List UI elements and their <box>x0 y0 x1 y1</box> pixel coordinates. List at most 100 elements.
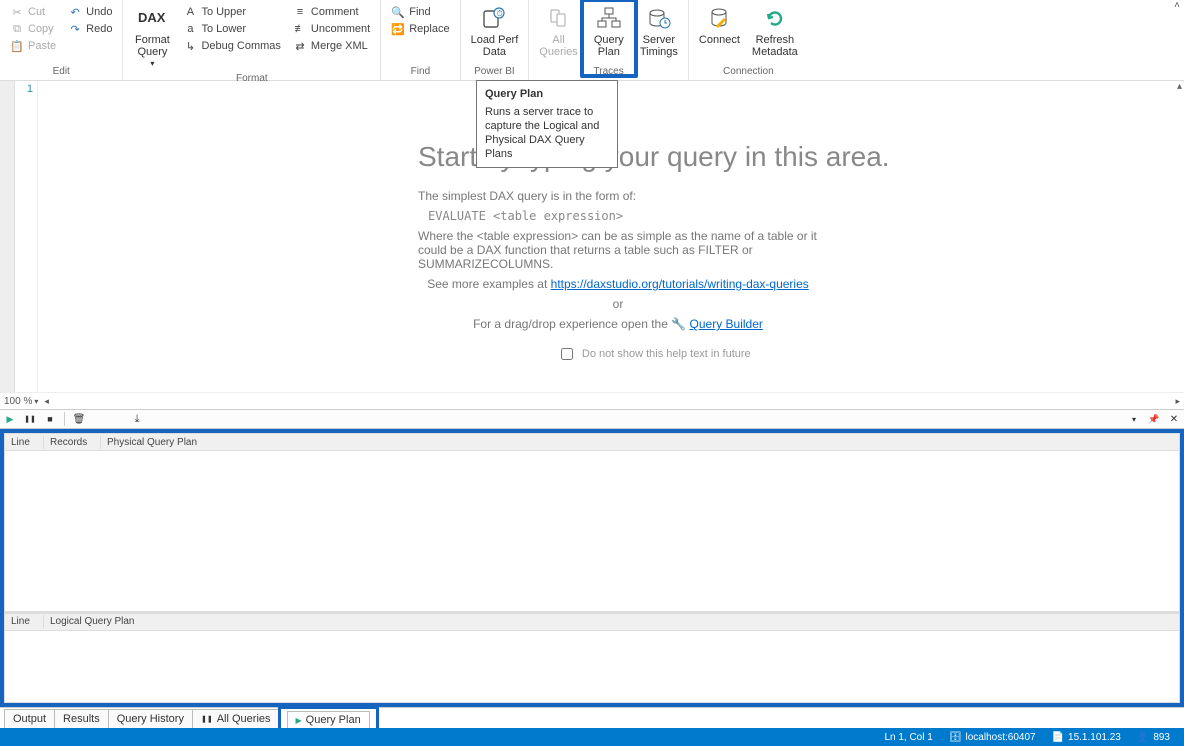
refresh-icon <box>761 4 789 32</box>
examples-link[interactable]: https://daxstudio.org/tutorials/writing-… <box>551 277 809 291</box>
ribbon-group-traces: All Queries Query Plan Server Timings Tr… <box>529 0 689 80</box>
hide-help-label: Do not show this help text in future <box>582 348 751 360</box>
trace-pause-button[interactable]: ❚❚ <box>24 413 36 425</box>
scroll-right-icon[interactable]: ▸ <box>1175 396 1180 407</box>
refresh-metadata-button[interactable]: Refresh Metadata <box>746 2 804 60</box>
placeholder-p1: The simplest DAX query is in the form of… <box>418 189 818 203</box>
tab-query-history[interactable]: Query History <box>108 709 193 728</box>
refresh-label: Refresh Metadata <box>752 34 798 58</box>
document-tab-strip[interactable] <box>0 81 15 392</box>
comment-label: Comment <box>311 6 359 18</box>
col-line[interactable]: Line <box>5 436 44 449</box>
col-logical-plan[interactable]: Logical Query Plan <box>44 615 1179 628</box>
editor-zoom-bar: 100 % ▾ ◂ ▸ <box>0 392 1184 409</box>
load-perf-icon: ⏱ <box>480 4 508 32</box>
logical-plan-header: Line Logical Query Plan <box>5 614 1179 631</box>
all-queries-button[interactable]: All Queries <box>533 2 584 60</box>
tab-query-plan[interactable]: ▶Query Plan <box>287 711 370 729</box>
load-perf-label: Load Perf Data <box>471 34 519 58</box>
zoom-dropdown-icon[interactable]: ▾ <box>34 397 38 406</box>
trace-stop-button[interactable]: ■ <box>44 413 56 425</box>
query-builder-link[interactable]: Query Builder <box>690 317 763 331</box>
status-db-icon: 🗄 <box>949 732 962 743</box>
ribbon-group-edit-label: Edit <box>53 65 70 78</box>
trace-play-button[interactable]: ▶ <box>4 413 16 425</box>
to-upper-button[interactable]: ATo Upper <box>181 4 282 20</box>
col-physical-plan[interactable]: Physical Query Plan <box>101 436 1179 449</box>
query-plan-tooltip: Query Plan Runs a server trace to captur… <box>476 80 618 168</box>
connect-button[interactable]: Connect <box>693 2 746 48</box>
line-number-1: 1 <box>27 83 33 95</box>
tooltip-title: Query Plan <box>485 87 609 101</box>
scroll-left-icon[interactable]: ◂ <box>44 396 49 407</box>
all-queries-label: All Queries <box>539 34 578 58</box>
ribbon-group-edit: ✂ Cut ⧉Copy 📋Paste ↶Undo ↷Redo Edit <box>0 0 123 80</box>
ribbon-group-powerbi-label: Power BI <box>474 65 515 78</box>
ribbon-collapse-icon[interactable]: ˄ <box>1174 0 1180 11</box>
status-version: 15.1.101.23 <box>1068 732 1121 743</box>
ribbon-group-traces-label: Traces <box>594 65 624 78</box>
replace-button[interactable]: 🔁 Replace <box>389 21 451 37</box>
debug-commas-icon: ↳ <box>183 39 197 53</box>
uncomment-label: Uncomment <box>311 23 370 35</box>
tab-results[interactable]: Results <box>54 709 109 728</box>
svg-text:⏱: ⏱ <box>497 9 503 18</box>
format-query-button[interactable]: DAX Format Query ▾ <box>127 2 177 72</box>
editor-gutter: 1 <box>15 81 38 392</box>
hide-help-checkbox[interactable] <box>561 348 573 360</box>
examples-prefix: See more examples at <box>427 277 550 291</box>
debug-commas-button[interactable]: ↳Debug Commas <box>181 38 282 54</box>
merge-xml-label: Merge XML <box>311 40 368 52</box>
paste-icon: 📋 <box>10 39 24 53</box>
comment-icon: ≡ <box>293 5 307 19</box>
format-query-label: Format Query <box>135 34 170 58</box>
undo-button[interactable]: ↶Undo <box>66 4 114 20</box>
replace-label: Replace <box>409 23 449 35</box>
cut-label: Cut <box>28 6 45 18</box>
copy-icon: ⧉ <box>10 22 24 36</box>
paste-button[interactable]: 📋Paste <box>8 38 58 54</box>
uncomment-button[interactable]: ≢Uncomment <box>291 21 372 37</box>
cut-button[interactable]: ✂ Cut <box>8 4 58 20</box>
status-spid: 893 <box>1153 732 1170 743</box>
panel-close-icon[interactable]: ✕ <box>1168 413 1180 425</box>
panel-pin-icon[interactable]: 📌 <box>1148 413 1160 425</box>
to-lower-button[interactable]: aTo Lower <box>181 21 282 37</box>
cut-icon: ✂ <box>10 5 24 19</box>
server-timings-label: Server Timings <box>640 34 678 58</box>
comment-button[interactable]: ≡ Comment <box>291 4 372 20</box>
physical-plan-header: Line Records Physical Query Plan <box>5 434 1179 451</box>
svg-text:DAX: DAX <box>138 10 166 25</box>
zoom-level[interactable]: 100 % <box>4 396 32 407</box>
physical-plan-grid[interactable]: Line Records Physical Query Plan <box>4 433 1180 612</box>
tab-output[interactable]: Output <box>4 709 55 728</box>
merge-xml-button[interactable]: ⇄Merge XML <box>291 38 372 54</box>
query-plan-label: Query Plan <box>594 34 624 58</box>
undo-icon: ↶ <box>68 5 82 19</box>
copy-button[interactable]: ⧉Copy <box>8 21 58 37</box>
col-line-2[interactable]: Line <box>5 615 44 628</box>
replace-icon: 🔁 <box>391 22 405 36</box>
trace-export-button[interactable]: ⤓ <box>131 413 143 425</box>
tab-all-queries[interactable]: ❚❚All Queries <box>192 709 280 728</box>
col-records[interactable]: Records <box>44 436 101 449</box>
load-perf-data-button[interactable]: ⏱ Load Perf Data <box>465 2 525 60</box>
ribbon-group-find-label: Find <box>411 65 430 78</box>
query-plan-button[interactable]: Query Plan <box>584 2 634 60</box>
server-timings-button[interactable]: Server Timings <box>634 2 684 60</box>
server-timings-icon <box>645 4 673 32</box>
editor-placeholder: Start by typing your query in this area.… <box>418 141 890 363</box>
find-button[interactable]: 🔍Find <box>389 4 451 20</box>
find-icon: 🔍 <box>391 5 405 19</box>
tab-query-plan-label: Query Plan <box>306 714 361 726</box>
connect-label: Connect <box>699 34 740 46</box>
logical-plan-grid[interactable]: Line Logical Query Plan <box>4 612 1180 703</box>
redo-button[interactable]: ↷Redo <box>66 21 114 37</box>
ribbon-group-format: DAX Format Query ▾ ATo Upper aTo Lower ↳… <box>123 0 381 80</box>
panel-dropdown-icon[interactable]: ▾ <box>1128 413 1140 425</box>
trace-clear-button[interactable]: 🗑 <box>73 413 85 425</box>
editor-scroll-up-icon[interactable]: ▴ <box>1177 81 1182 92</box>
connect-icon <box>705 4 733 32</box>
tab-all-queries-pause-icon: ❚❚ <box>201 715 213 723</box>
tooltip-body: Runs a server trace to capture the Logic… <box>485 105 609 161</box>
